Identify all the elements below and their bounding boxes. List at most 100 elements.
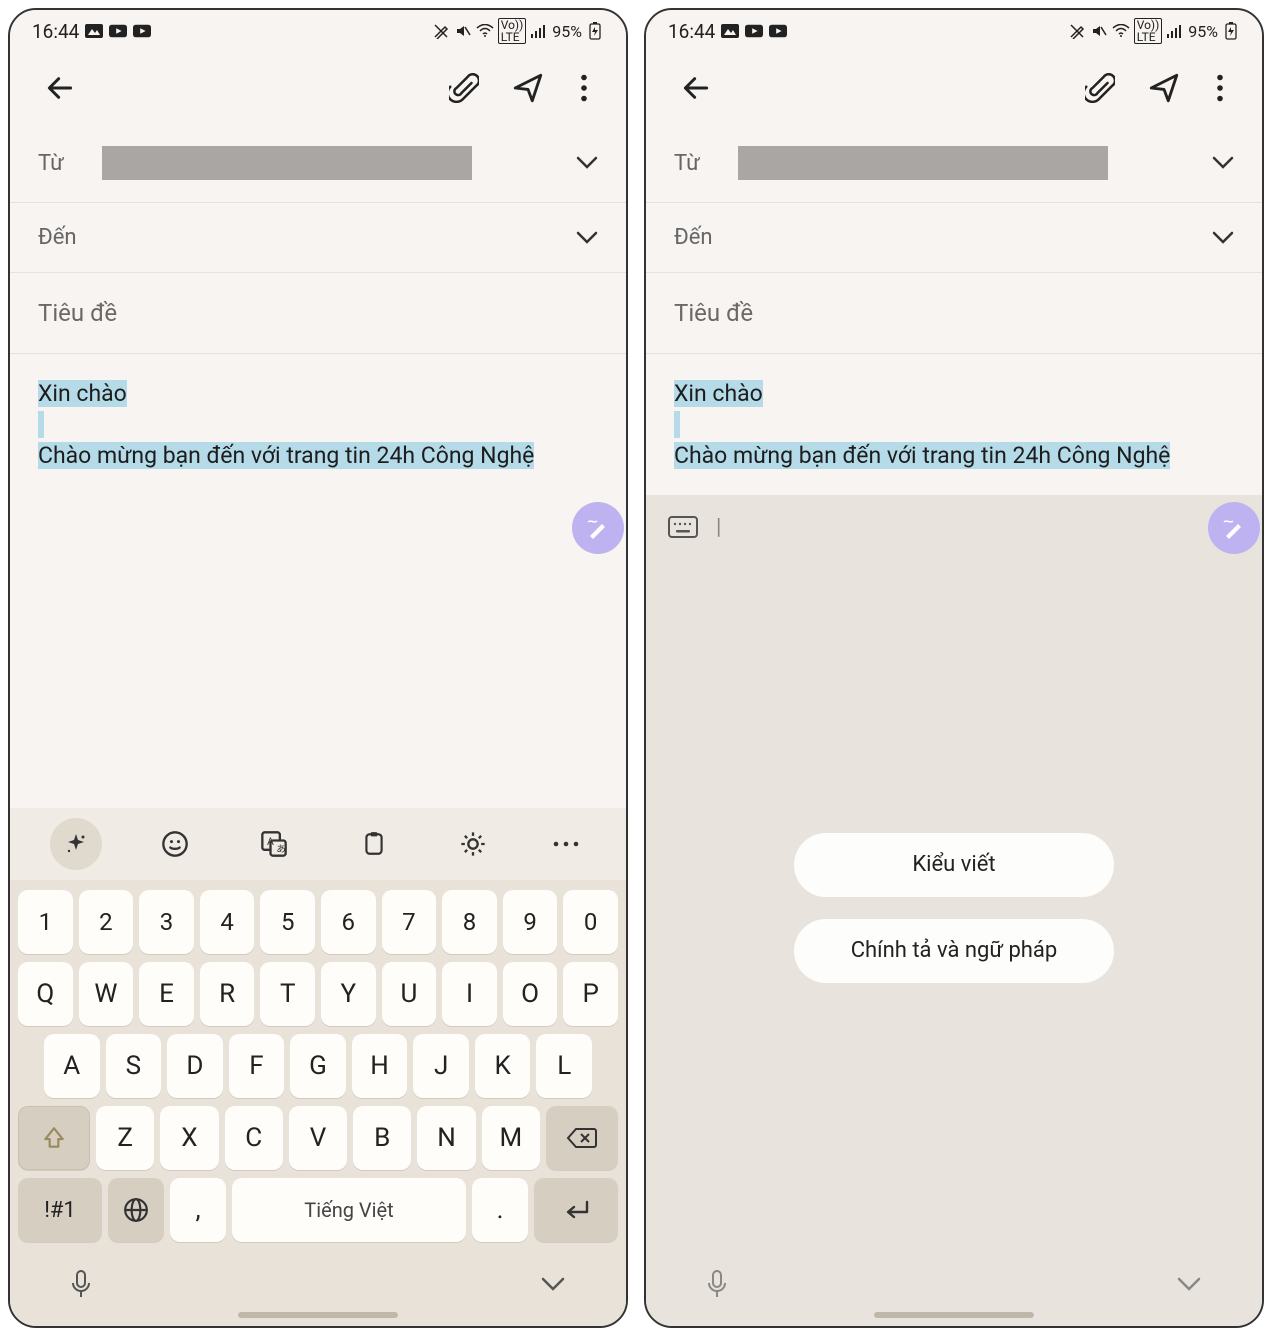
pen-off-icon	[1068, 22, 1086, 40]
kb-row-q: QWERTYUIOP	[18, 962, 618, 1026]
send-button[interactable]	[500, 60, 556, 116]
volte-icon: Vo))LTE	[1134, 18, 1163, 44]
key-o[interactable]: O	[503, 962, 558, 1026]
chevron-down-icon[interactable]	[1212, 231, 1234, 245]
battery-percent: 95%	[552, 22, 582, 41]
nav-handle[interactable]	[874, 1312, 1034, 1318]
key-7[interactable]: 7	[382, 890, 437, 954]
key-i[interactable]: I	[442, 962, 497, 1026]
mic-icon[interactable]	[706, 1269, 728, 1299]
body-line-2: Chào mừng bạn đến với trang tin 24h Công…	[674, 442, 1170, 469]
clipboard-icon[interactable]	[348, 818, 400, 870]
phone-left: 16:44 Vo))LTE 95%	[8, 8, 628, 1328]
overflow-menu-button[interactable]	[564, 60, 604, 116]
comma-key[interactable]: ,	[170, 1178, 226, 1242]
mic-icon[interactable]	[70, 1269, 92, 1299]
to-row[interactable]: Đến	[10, 203, 626, 273]
key-8[interactable]: 8	[442, 890, 497, 954]
gear-icon[interactable]	[447, 818, 499, 870]
from-row[interactable]: Từ	[10, 124, 626, 203]
period-key[interactable]: .	[472, 1178, 528, 1242]
key-j[interactable]: J	[413, 1034, 469, 1098]
key-c[interactable]: C	[225, 1106, 283, 1170]
key-1[interactable]: 1	[18, 890, 73, 954]
to-label: Đến	[674, 225, 718, 250]
compose-body[interactable]: Xin chào Chào mừng bạn đến với trang tin…	[646, 354, 1262, 495]
key-5[interactable]: 5	[260, 890, 315, 954]
keyboard-icon[interactable]	[668, 516, 698, 538]
key-y[interactable]: Y	[321, 962, 376, 1026]
subject-placeholder[interactable]: Tiêu đề	[10, 273, 626, 354]
to-row[interactable]: Đến	[646, 203, 1262, 273]
key-3[interactable]: 3	[139, 890, 194, 954]
chevron-down-icon[interactable]	[1212, 156, 1234, 170]
svg-text:あ: あ	[277, 844, 286, 855]
backspace-key[interactable]	[546, 1106, 618, 1170]
key-t[interactable]: T	[260, 962, 315, 1026]
key-4[interactable]: 4	[200, 890, 255, 954]
key-9[interactable]: 9	[503, 890, 558, 954]
key-g[interactable]: G	[290, 1034, 346, 1098]
sparkle-icon[interactable]	[50, 818, 102, 870]
kb-collapse-icon[interactable]	[540, 1276, 566, 1292]
key-w[interactable]: W	[79, 962, 134, 1026]
suggest-option-2[interactable]: Chính tả và ngữ pháp	[794, 919, 1114, 983]
key-u[interactable]: U	[382, 962, 437, 1026]
key-a[interactable]: A	[44, 1034, 100, 1098]
shift-key[interactable]	[18, 1106, 90, 1170]
key-l[interactable]: L	[536, 1034, 592, 1098]
from-row[interactable]: Từ	[646, 124, 1262, 203]
chevron-down-icon[interactable]	[576, 231, 598, 245]
globe-key[interactable]	[108, 1178, 164, 1242]
key-m[interactable]: M	[482, 1106, 540, 1170]
svg-text:A: A	[267, 835, 274, 848]
symbols-key[interactable]: !#1	[18, 1178, 102, 1242]
key-h[interactable]: H	[352, 1034, 408, 1098]
key-f[interactable]: F	[229, 1034, 285, 1098]
key-x[interactable]: X	[160, 1106, 218, 1170]
volte-icon: Vo))LTE	[498, 18, 527, 44]
kb-collapse-icon[interactable]	[1176, 1276, 1202, 1292]
attach-button[interactable]	[1072, 60, 1128, 116]
suggest-top-bar: |	[646, 495, 1262, 559]
pen-helper-button[interactable]	[572, 502, 624, 554]
key-6[interactable]: 6	[321, 890, 376, 954]
key-2[interactable]: 2	[79, 890, 134, 954]
selection-gap	[38, 411, 44, 438]
back-button[interactable]	[668, 60, 724, 116]
suggest-option-1[interactable]: Kiểu viết	[794, 833, 1114, 897]
app-bar	[10, 52, 626, 124]
overflow-menu-button[interactable]	[1200, 60, 1240, 116]
pen-helper-button[interactable]	[1208, 502, 1260, 554]
enter-key[interactable]	[534, 1178, 618, 1242]
key-q[interactable]: Q	[18, 962, 73, 1026]
subject-placeholder[interactable]: Tiêu đề	[646, 273, 1262, 354]
key-b[interactable]: B	[353, 1106, 411, 1170]
selection-gap	[674, 411, 680, 438]
back-button[interactable]	[32, 60, 88, 116]
suggest-option-2-label: Chính tả và ngữ pháp	[851, 938, 1058, 963]
key-s[interactable]: S	[106, 1034, 162, 1098]
emoji-icon[interactable]	[149, 818, 201, 870]
more-icon[interactable]	[546, 818, 586, 870]
nav-handle[interactable]	[238, 1312, 398, 1318]
kb-bottom-bar	[10, 1256, 626, 1312]
key-r[interactable]: R	[200, 962, 255, 1026]
compose-body[interactable]: Xin chào Chào mừng bạn đến với trang tin…	[10, 354, 626, 495]
key-e[interactable]: E	[139, 962, 194, 1026]
chevron-down-icon[interactable]	[576, 156, 598, 170]
kb-bottom-bar	[646, 1256, 1262, 1312]
key-k[interactable]: K	[475, 1034, 531, 1098]
translate-icon[interactable]: Aあ	[248, 818, 300, 870]
key-v[interactable]: V	[289, 1106, 347, 1170]
key-0[interactable]: 0	[563, 890, 618, 954]
key-z[interactable]: Z	[96, 1106, 154, 1170]
key-p[interactable]: P	[563, 962, 618, 1026]
send-button[interactable]	[1136, 60, 1192, 116]
ai-suggest-panel: | Kiểu viết Chính tả và ngữ pháp	[646, 495, 1262, 1326]
space-key[interactable]: Tiếng Việt	[232, 1178, 466, 1242]
attach-button[interactable]	[436, 60, 492, 116]
kb-row-num: 1234567890	[18, 890, 618, 954]
key-d[interactable]: D	[167, 1034, 223, 1098]
key-n[interactable]: N	[417, 1106, 475, 1170]
